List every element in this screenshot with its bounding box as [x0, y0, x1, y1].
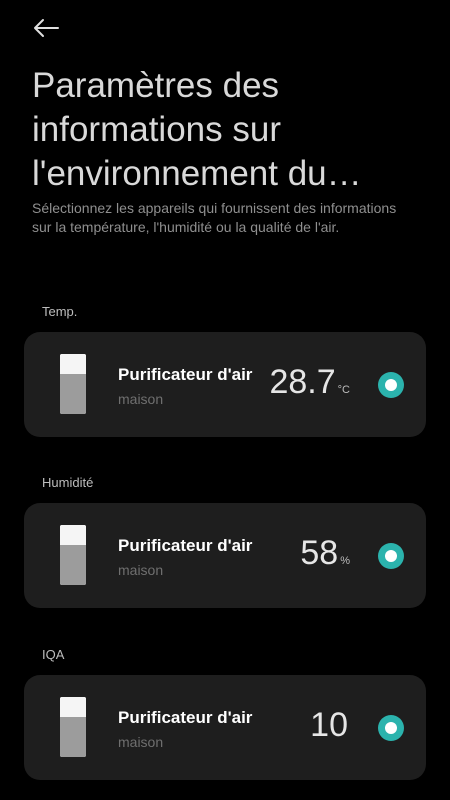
arrow-left-icon	[34, 19, 59, 37]
air-purifier-icon	[60, 525, 86, 585]
humidity-reading: 58 %	[300, 533, 350, 573]
device-card-aqi[interactable]: Purificateur d'air maison 10	[24, 675, 426, 780]
page-subtitle: Sélectionnez les appareils qui fournisse…	[32, 200, 397, 235]
device-name: Purificateur d'air	[118, 536, 253, 555]
aqi-reading: 10	[310, 705, 350, 745]
device-room: maison	[118, 734, 164, 750]
section-label-temp: Temp.	[42, 304, 78, 319]
device-card-temp[interactable]: Purificateur d'air maison 28.7 °C	[24, 332, 426, 437]
reading-value: 28.7	[269, 363, 336, 401]
section-label-aqi: IQA	[42, 647, 65, 662]
section-label-humidity: Humidité	[42, 475, 94, 490]
device-room: maison	[118, 391, 164, 407]
reading-unit: °C	[337, 384, 350, 396]
select-radio-aqi[interactable]	[378, 715, 404, 741]
air-purifier-icon	[60, 697, 86, 757]
select-radio-humidity[interactable]	[378, 543, 404, 569]
temperature-reading: 28.7 °C	[269, 362, 350, 402]
air-purifier-icon	[60, 354, 86, 414]
device-name: Purificateur d'air	[118, 365, 253, 384]
reading-value: 10	[310, 706, 348, 744]
device-name: Purificateur d'air	[118, 708, 253, 727]
page-title: Paramètres des informations sur l'enviro…	[32, 66, 327, 193]
reading-value: 58	[300, 534, 339, 572]
reading-unit: %	[340, 555, 350, 567]
back-button[interactable]	[30, 14, 62, 42]
device-card-humidity[interactable]: Purificateur d'air maison 58 %	[24, 503, 426, 608]
device-room: maison	[118, 562, 164, 578]
select-radio-temp[interactable]	[378, 372, 404, 398]
